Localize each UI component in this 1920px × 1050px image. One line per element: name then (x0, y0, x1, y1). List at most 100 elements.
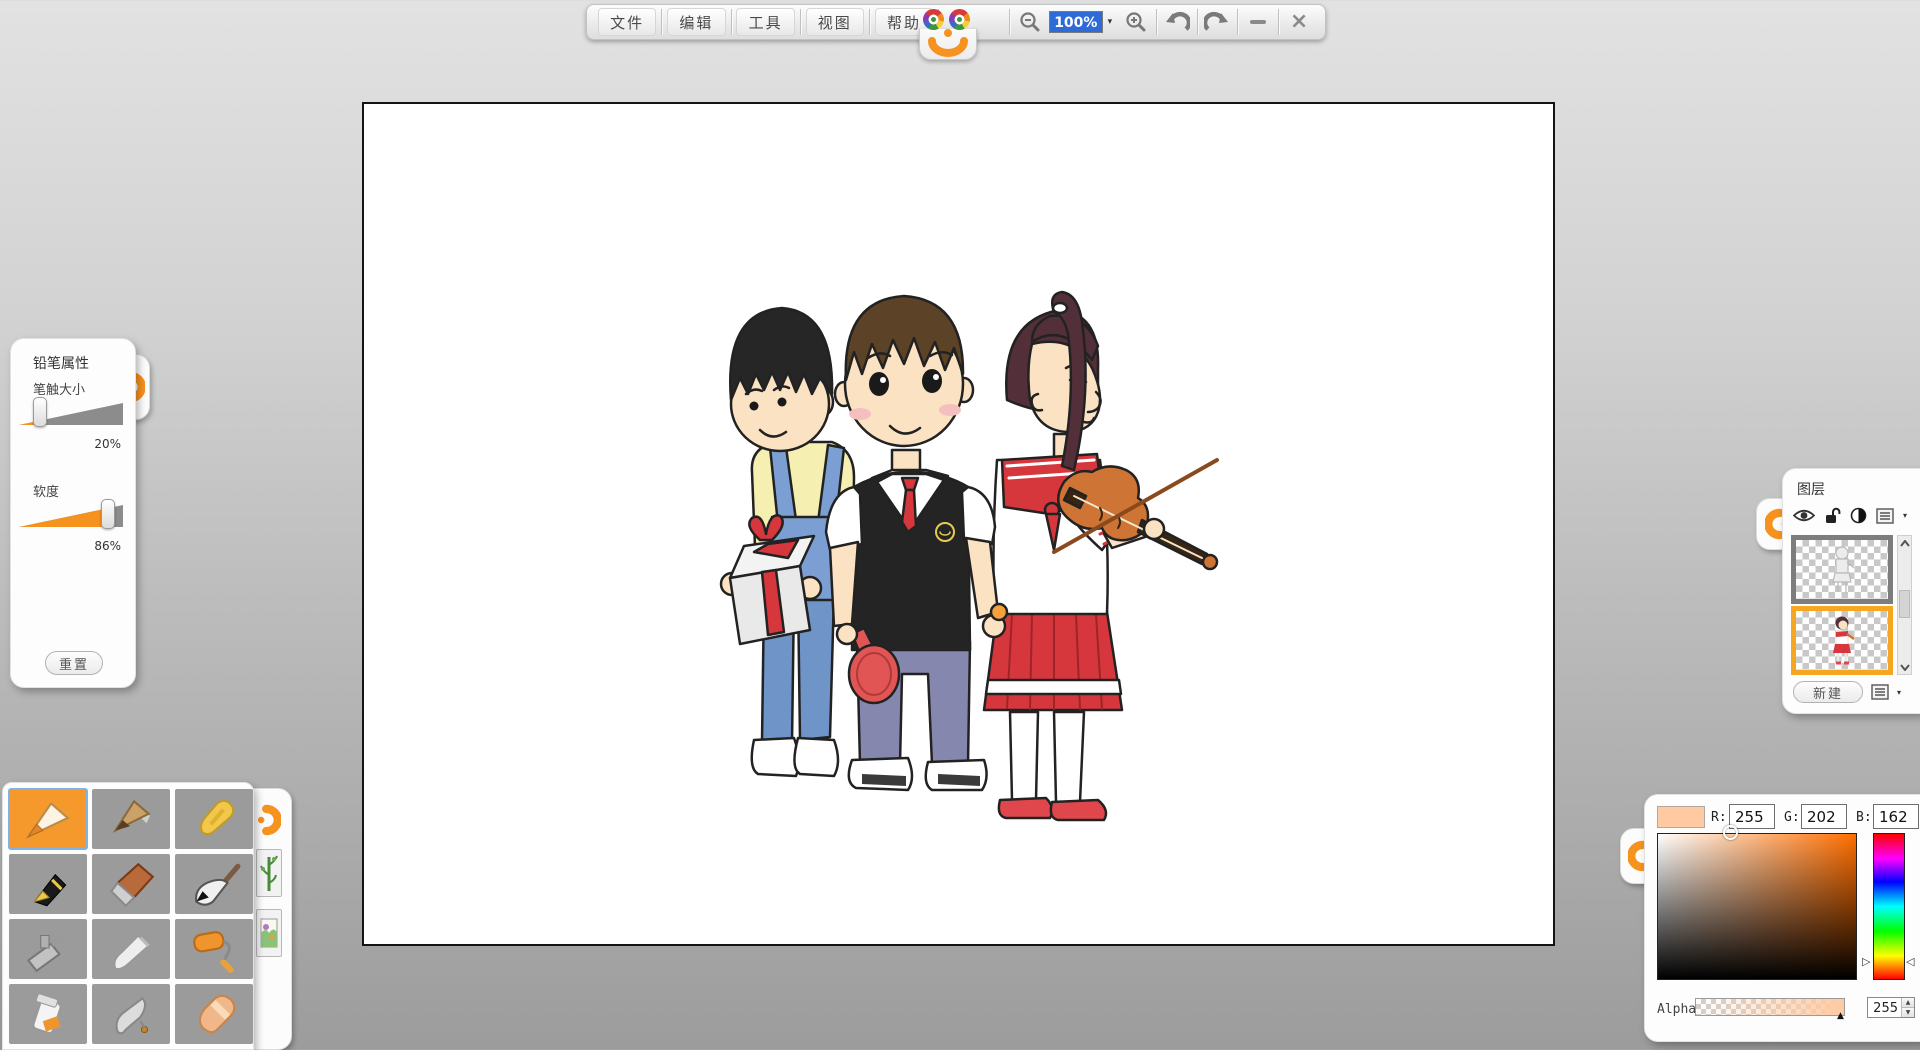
alpha-label: Alpha (1657, 1002, 1696, 1017)
brush-size-slider[interactable] (19, 397, 129, 429)
toolbar-divider (731, 9, 732, 35)
softness-slider-handle[interactable] (101, 499, 115, 529)
quill-knife-icon (103, 990, 159, 1038)
tool-fountain-pen[interactable] (9, 854, 87, 914)
menu-tools[interactable]: 工具 (736, 8, 794, 36)
toolbar-divider (1237, 9, 1238, 35)
ink-brush-icon (186, 860, 242, 908)
brush-size-value: 20% (94, 437, 121, 451)
menu-edit[interactable]: 编辑 (667, 8, 725, 36)
menu-view[interactable]: 视图 (806, 8, 864, 36)
layer-visibility-eye-icon[interactable] (1793, 508, 1815, 523)
menu-file[interactable]: 文件 (598, 8, 656, 36)
eraser-icon (186, 990, 242, 1038)
blue-field[interactable] (1873, 804, 1919, 829)
tool-pencil-sharp[interactable] (9, 789, 87, 849)
brush-size-label: 笔触大小 (33, 379, 85, 398)
chevron-down-icon[interactable]: ▾ (1897, 688, 1901, 697)
boy-with-paddle (826, 296, 1007, 790)
undo-button[interactable] (1161, 8, 1193, 36)
zoom-out-button[interactable] (1014, 8, 1046, 36)
layer-lock-icon[interactable] (1824, 507, 1841, 524)
toolbar-divider (1197, 9, 1198, 35)
toolbar-divider (661, 9, 662, 35)
tool-quill-knife[interactable] (92, 984, 170, 1044)
tool-paint-roller[interactable] (175, 919, 253, 979)
hue-marker-left-icon[interactable]: ▷ (1862, 955, 1870, 968)
zoom-level-value[interactable]: 100% (1049, 11, 1103, 33)
current-color-swatch (1657, 806, 1705, 828)
drawing-canvas[interactable] (362, 102, 1555, 946)
tool-flat-brush[interactable] (92, 854, 170, 914)
color-picker-panel: R: G: B: ▷ ◁ Alpha ▲ 255 ▲ ▼ (1644, 794, 1920, 1042)
paint-roller-icon (186, 925, 242, 973)
clown-smile-icon (927, 37, 969, 57)
redo-button[interactable] (1201, 8, 1233, 36)
green-field[interactable] (1801, 804, 1847, 829)
brush-size-slider-handle[interactable] (33, 397, 47, 427)
clown-nose-icon (944, 29, 952, 37)
undo-icon (1164, 10, 1190, 34)
materials-picture-button[interactable] (256, 909, 282, 957)
layer-girl-thumbnail (1829, 614, 1855, 668)
layer-sketch-thumbnail (1829, 544, 1855, 596)
redo-icon (1204, 10, 1230, 34)
layers-scrollbar-thumb[interactable] (1899, 590, 1910, 618)
app-background: { "toolbar": { "menus": [ {"label": "文件"… (0, 0, 1920, 1050)
close-button[interactable]: × (1283, 8, 1315, 36)
minimize-button[interactable] (1242, 8, 1274, 36)
red-label: R: (1711, 810, 1727, 825)
softness-label: 软度 (33, 481, 59, 500)
toolbar-divider (800, 9, 801, 35)
crayon-icon (186, 795, 242, 843)
hue-bar[interactable] (1873, 833, 1905, 980)
tool-pencil-wood[interactable] (92, 789, 170, 849)
materials-bamboo-button[interactable] (256, 849, 282, 897)
new-layer-button[interactable]: 新建 (1793, 681, 1863, 703)
toolbar-divider (869, 9, 870, 35)
color-selector-ring[interactable] (1723, 825, 1738, 840)
green-label: G: (1784, 810, 1800, 825)
scroll-down-icon[interactable] (1899, 660, 1911, 674)
layer-menu-icon[interactable] (1876, 508, 1894, 524)
clown-right-eye-icon (949, 9, 970, 30)
alpha-value[interactable]: 255 (1868, 998, 1901, 1017)
alpha-spinner[interactable]: 255 ▲ ▼ (1867, 997, 1915, 1018)
toolbar-divider (1009, 9, 1010, 35)
flat-brush-icon (103, 860, 159, 908)
layer-blend-half-circle-icon[interactable] (1850, 507, 1867, 524)
layers-options-menu-icon[interactable] (1871, 684, 1889, 700)
brush-palette-panel (2, 782, 254, 1050)
zoom-level-combo[interactable]: 100% ▾ (1049, 10, 1117, 34)
blue-label: B: (1856, 810, 1872, 825)
red-field[interactable] (1729, 804, 1775, 829)
toolbar-divider (1156, 9, 1157, 35)
tool-crayon[interactable] (175, 789, 253, 849)
wood-pencil-icon (103, 795, 159, 843)
tool-paint-jar[interactable] (9, 984, 87, 1044)
alpha-slider-marker-icon[interactable]: ▲ (1837, 1011, 1844, 1021)
alpha-spin-up-icon[interactable]: ▲ (1902, 998, 1914, 1008)
alpha-slider[interactable] (1695, 998, 1845, 1016)
tool-ink-brush[interactable] (175, 854, 253, 914)
tool-palette-knife[interactable] (92, 919, 170, 979)
girl-with-violin (984, 292, 1217, 820)
pencil-properties-panel: 铅笔属性 笔触大小 20% 软度 86% 重置 (10, 338, 136, 688)
reset-button[interactable]: 重置 (45, 651, 103, 675)
sharp-pencil-icon (20, 795, 76, 843)
softness-slider[interactable] (19, 499, 129, 531)
chevron-down-icon[interactable]: ▾ (1103, 11, 1117, 33)
alpha-spin-down-icon[interactable]: ▼ (1902, 1008, 1914, 1017)
three-children-illustration (702, 282, 1322, 852)
hue-marker-right-icon[interactable]: ◁ (1906, 955, 1914, 968)
chevron-down-icon[interactable]: ▾ (1903, 511, 1907, 520)
layer-item-girl[interactable] (1791, 606, 1893, 675)
scroll-up-icon[interactable] (1899, 536, 1911, 550)
layers-scrollbar[interactable] (1897, 535, 1912, 675)
layer-item-sketch[interactable] (1791, 535, 1893, 604)
tool-airbrush[interactable] (9, 919, 87, 979)
flower-picture-icon (260, 913, 278, 953)
saturation-value-square[interactable] (1657, 833, 1857, 980)
zoom-in-button[interactable] (1120, 8, 1152, 36)
tool-eraser[interactable] (175, 984, 253, 1044)
